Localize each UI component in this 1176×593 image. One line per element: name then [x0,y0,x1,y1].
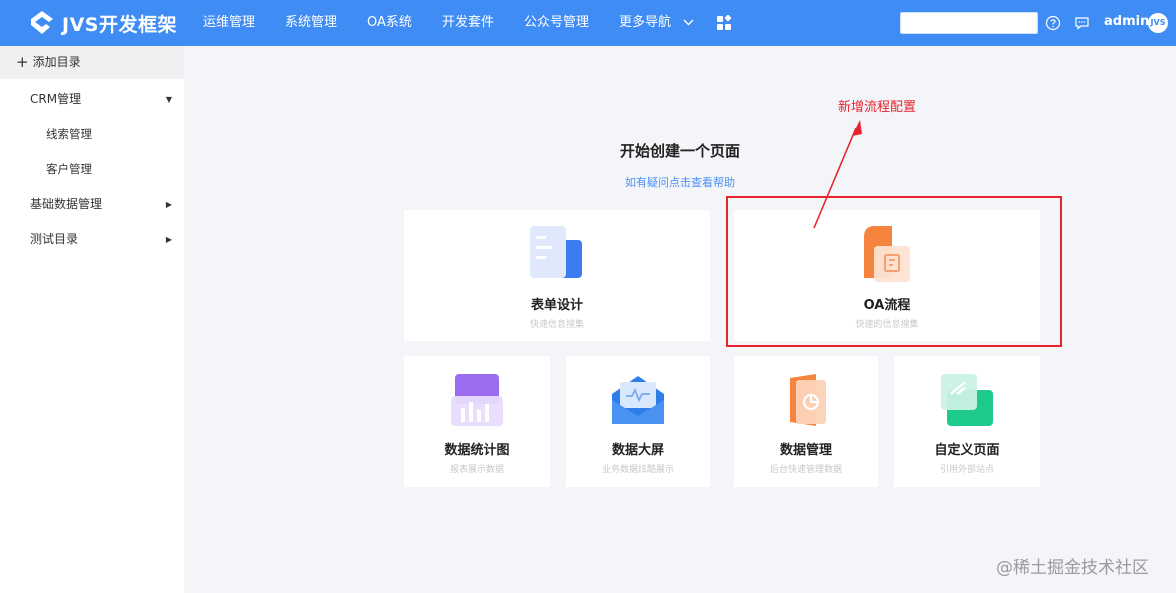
card-custom-page[interactable]: 自定义页面 引用外部站点 [894,356,1040,487]
sidebar-item-label: 测试目录 [30,232,79,246]
card-title: 数据大屏 [611,443,664,458]
sidebar-item-customers[interactable]: 客户管理 [0,152,184,187]
sidebar: + 添加目录 CRM管理 ▼ 线索管理 客户管理 基础数据管理 ▶ 测试目录 ▶ [0,46,184,593]
sidebar-item-crm[interactable]: CRM管理 ▼ [0,82,184,117]
card-title: 自定义页面 [934,443,1000,458]
sidebar-item-label: CRM管理 [30,92,82,106]
nav-item-wechat[interactable]: 公众号管理 [509,0,604,46]
sidebar-item-test[interactable]: 测试目录 ▶ [0,222,184,257]
plus-icon: + [16,53,29,71]
card-desc: 后台快速管理数据 [769,465,842,475]
help-circle-icon[interactable] [1045,15,1061,31]
annotation-arrow-icon [813,120,862,229]
chevron-down-icon [683,19,694,26]
username[interactable]: admin [1104,14,1149,29]
logo-text: JVS开发框架 [62,13,177,36]
card-desc: 报表展示数据 [449,465,504,475]
logo-icon [31,11,53,34]
message-icon[interactable] [1074,15,1090,31]
top-bar: JVS开发框架 运维管理 系统管理 OA系统 开发套件 公众号管理 更多导航 a… [0,0,1176,46]
avatar[interactable]: JVS [1148,13,1168,33]
card-oa-flow[interactable]: OA流程 快速的信息搜集 [734,210,1040,341]
card-title: 数据统计图 [444,443,510,458]
card-form-design[interactable]: 表单设计 快速信息搜集 [404,210,710,341]
card-data-screen[interactable]: 数据大屏 业务数据炫酷展示 [566,356,710,487]
sidebar-item-basic-data[interactable]: 基础数据管理 ▶ [0,187,184,222]
add-directory-button[interactable]: + 添加目录 [0,46,184,79]
card-desc: 快速信息搜集 [529,320,584,330]
top-nav: 运维管理 系统管理 OA系统 开发套件 公众号管理 更多导航 [188,0,709,46]
card-data-management[interactable]: 数据管理 后台快速管理数据 [734,356,878,487]
caret-right-icon: ▶ [165,200,172,209]
card-desc: 引用外部站点 [939,465,994,475]
logo[interactable]: JVS开发框架 [28,9,177,37]
card-desc: 业务数据炫酷展示 [601,465,674,475]
form-design-icon [530,226,582,278]
nav-item-oa[interactable]: OA系统 [352,0,427,46]
caret-down-icon: ▼ [165,95,172,104]
annotation-label: 新增流程配置 [838,100,917,115]
bar-chart-icon [451,374,503,426]
add-directory-label: 添加目录 [32,55,81,69]
document-chart-icon [790,374,826,426]
card-title: 表单设计 [530,298,583,313]
sidebar-item-leads[interactable]: 线索管理 [0,117,184,152]
nav-item-ops[interactable]: 运维管理 [188,0,270,46]
watermark: @稀土掘金技术社区 [996,558,1149,578]
help-link[interactable]: 如有疑问点击查看帮助 [540,174,820,190]
custom-page-icon [941,374,993,426]
card-data-charts[interactable]: 数据统计图 报表展示数据 [404,356,550,487]
search-input[interactable] [900,12,1038,34]
caret-right-icon: ▶ [165,235,172,244]
nav-item-system[interactable]: 系统管理 [270,0,352,46]
nav-item-more-label: 更多导航 [618,15,671,30]
apps-grid-icon[interactable] [716,15,732,31]
card-desc: 快速的信息搜集 [855,320,919,330]
nav-item-devkit[interactable]: 开发套件 [427,0,509,46]
envelope-screen-icon [612,376,664,424]
card-title: OA流程 [863,298,911,313]
card-title: 数据管理 [779,443,832,458]
nav-item-more[interactable]: 更多导航 [604,0,709,46]
sidebar-item-label: 基础数据管理 [30,197,103,211]
page-title: 开始创建一个页面 [619,142,740,160]
